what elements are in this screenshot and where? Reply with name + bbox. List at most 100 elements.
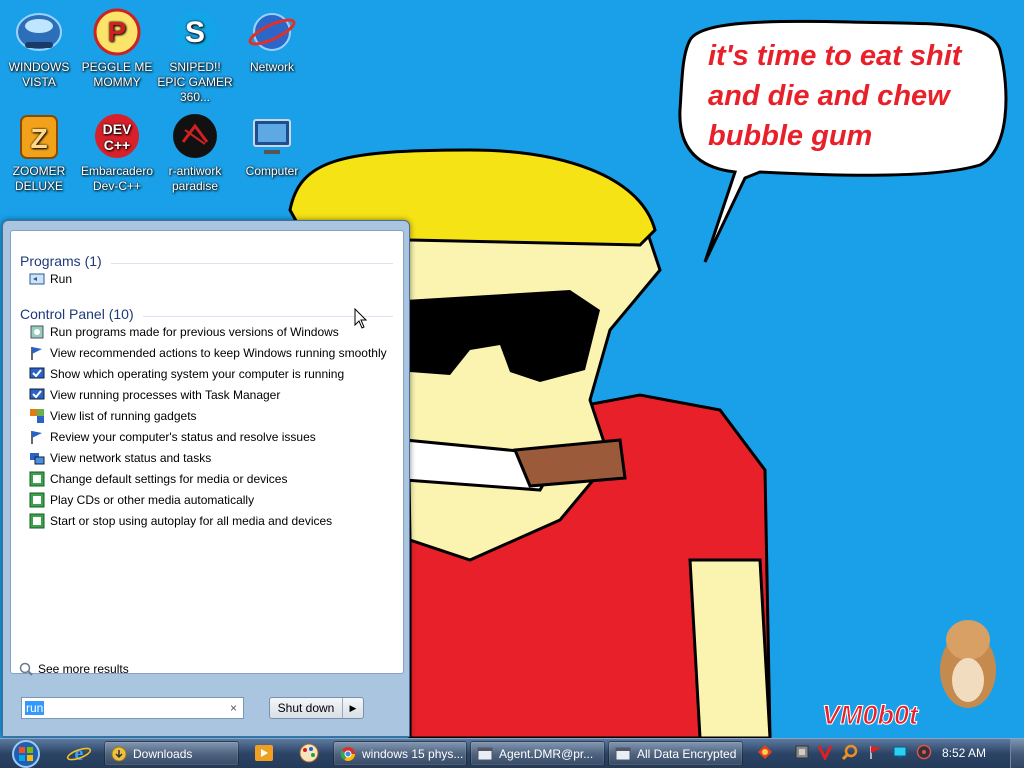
desktop-icon-label: Network [249,60,294,74]
result-label: View list of running gadgets [50,408,197,423]
group-divider [111,263,393,264]
result-label: View network status and tasks [50,450,212,465]
svg-text:DEV: DEV [103,121,132,137]
result-label: View recommended actions to keep Windows… [50,345,387,360]
tray-flag-icon[interactable] [868,744,884,760]
skype-icon: S [174,11,216,53]
desktop-icon-label: ZOOMER DELUXE [12,164,66,193]
desktop-icon-label: PEGGLE ME MOMMY [81,60,153,89]
peggle-icon: P [93,8,141,56]
search-results-pane: Programs (1) Run Control Panel (10) Run … [10,230,404,676]
tray-search-icon[interactable] [842,744,858,760]
desktop-icon-computer[interactable]: Computer [233,112,311,179]
result-label: Review your computer's status and resolv… [50,429,316,444]
desktop-icon-peggle[interactable]: P PEGGLE ME MOMMY [78,8,156,90]
start-orb-icon[interactable] [6,740,46,768]
result-item-network[interactable]: View network status and tasks [29,448,211,467]
svg-text:S: S [185,16,205,49]
result-item-recommended[interactable]: View recommended actions to keep Windows… [29,343,387,362]
zoomer-icon: Z [20,115,58,159]
system-icon [29,388,45,399]
show-desktop-button[interactable] [1010,739,1024,768]
result-label: Run [50,271,73,286]
taskbar-clock[interactable]: 8:52 AM [942,746,986,760]
result-item-media-defaults[interactable]: Change default settings for media or dev… [29,469,287,488]
desktop-icon-devcpp[interactable]: DEV C++ Embarcadero Dev-C++ [78,112,156,194]
run-icon [29,273,45,284]
start-menu: Programs (1) Run Control Panel (10) Run … [2,220,410,737]
network-icon [30,452,45,464]
result-label: Run programs made for previous versions … [50,324,339,339]
mouse-cursor-icon [354,308,368,329]
autoplay-icon [29,492,45,507]
shutdown-options-arrow-icon[interactable]: ▶ [343,703,363,714]
desktop-icon-windows-vista[interactable]: WINDOWS VISTA [0,8,78,90]
internet-explorer-icon[interactable]: e [66,742,92,764]
taskbar-button-agent-window[interactable]: Agent.DMR@pr... [470,741,605,766]
wallpaper-signature: VM0b0t [821,700,919,731]
shutdown-button[interactable]: Shut down ▶ [269,697,364,719]
desktop-icon-label: Embarcadero Dev-C++ [80,164,154,193]
compat-icon [30,325,44,338]
taskbar-button-label: Agent.DMR@pr... [499,746,594,761]
desktop-icon-label: r-antiwork paradise [168,164,222,193]
desktop-icon-zoomer[interactable]: Z ZOOMER DELUXE [0,112,78,194]
media-player-icon[interactable] [251,742,277,764]
search-icon [19,662,33,676]
desktop-icon-label: SNIPED!! EPIC GAMER 360... [157,60,233,104]
flag-icon [31,430,42,444]
tray-antivirus-icon[interactable] [757,744,773,760]
folder-icon [111,746,127,761]
svg-text:P: P [108,16,127,47]
desktop-icon-antiwork[interactable]: r-antiwork paradise [156,112,234,194]
result-item-compat[interactable]: Run programs made for previous versions … [29,322,339,341]
result-label: Change default settings for media or dev… [50,471,288,486]
result-item-play-cds[interactable]: Play CDs or other media automatically [29,490,254,509]
desktop-icon-label: Computer [245,164,299,178]
result-item-gadgets[interactable]: View list of running gadgets [29,406,197,425]
result-item-os-info[interactable]: Show which operating system your compute… [29,364,344,383]
taskbar-button-label: Downloads [133,746,193,761]
result-label: Start or stop using autoplay for all med… [50,513,333,528]
tray-volume-icon[interactable] [916,744,932,760]
result-item-task-manager[interactable]: View running processes with Task Manager [29,385,280,404]
taskbar-button-label: All Data Encrypted [637,746,737,761]
system-icon [29,367,45,378]
search-input-value: run [25,701,45,715]
network-icon [248,13,296,51]
desktop-icon-sniped[interactable]: S SNIPED!! EPIC GAMER 360... [156,8,234,105]
svg-text:C++: C++ [104,137,130,153]
svg-text:Z: Z [30,123,47,154]
start-search-input[interactable]: run × [21,697,244,719]
taskbar-button-chrome[interactable]: windows 15 phys... [333,741,467,766]
speech-bubble-text: it's time to eat shit and die and chew b… [708,40,962,152]
flag-icon [31,346,42,360]
tray-network-icon[interactable] [892,744,908,760]
result-label: View running processes with Task Manager [50,387,281,402]
result-label: Show which operating system your compute… [50,366,345,381]
group-title-control-panel: Control Panel (10) [20,306,134,322]
clear-search-icon[interactable]: × [230,701,237,715]
see-more-label: See more results [38,662,129,676]
tray-v-icon[interactable] [817,744,833,760]
tray-app-icon[interactable] [794,744,810,760]
svg-text:e: e [75,743,84,764]
gadgets-icon [30,408,44,423]
chrome-icon [340,746,355,761]
taskbar-button-label: windows 15 phys... [362,746,464,761]
autoplay-icon [29,471,45,486]
see-more-results-link[interactable]: See more results [19,662,129,676]
desktop-icon-label: WINDOWS VISTA [8,60,70,89]
paint-icon[interactable] [296,742,322,764]
vista-orb-icon [16,13,62,51]
result-item-autoplay[interactable]: Start or stop using autoplay for all med… [29,511,332,530]
result-item-run[interactable]: Run [29,269,72,288]
result-label: Play CDs or other media automatically [50,492,255,507]
antiwork-icon [173,114,217,158]
taskbar-button-all-data-encrypted[interactable]: All Data Encrypted [608,741,743,766]
taskbar-button-downloads[interactable]: Downloads [104,741,239,766]
window-icon [615,747,631,760]
result-item-status[interactable]: Review your computer's status and resolv… [29,427,316,446]
desktop-icon-network[interactable]: Network [233,8,311,75]
devcpp-icon: DEVC++ [95,114,139,158]
